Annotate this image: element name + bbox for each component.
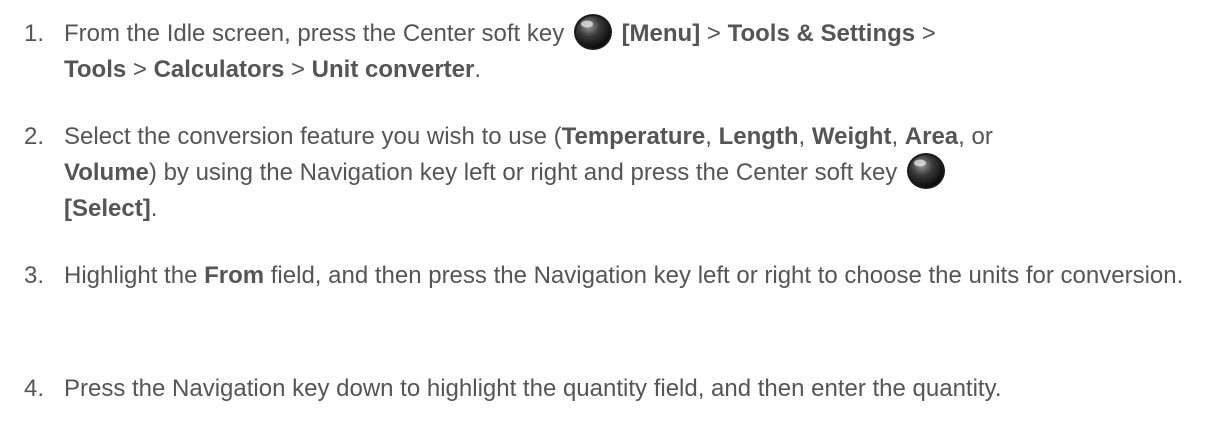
step-bold-term: Tools & Settings [727,20,916,47]
step-text: Highlight the From field, and then press… [64,261,1209,291]
step-bold-term: Temperature [561,123,706,150]
step-bold-term: [Select] [64,195,151,222]
step-text-segment: , [705,123,719,150]
step-text-segment: ) by using the Navigation key left or ri… [148,159,898,186]
step-text: Press the Navigation key down to highlig… [64,371,1209,407]
step-text-segment: > [126,56,154,83]
step-text: Select the conversion feature you wish t… [64,119,1209,227]
step-number: 4. [24,375,45,402]
step-text-segment: . [150,195,158,222]
step-bold-term: From [204,262,265,289]
step-text-segment: . [474,56,482,83]
step-text-segment: Press the Navigation key down to highlig… [64,375,1002,402]
step-text-segment: > [915,20,936,47]
step-bold-term: Tools [64,56,127,83]
step-bold-term: [Menu] [621,20,701,47]
step-bold-term: Calculators [153,56,285,83]
step-bold-term: Area [904,123,959,150]
step-4: 4. Press the Navigation key down to high… [24,371,1209,407]
center-soft-key-icon [573,13,613,51]
step-bold-term: Weight [811,123,892,150]
step-bold-term: Length [718,123,799,150]
step-text-segment: > [700,20,728,47]
step-text-segment: field, and then press the Navigation key… [264,262,1184,289]
step-bold-term: Volume [64,159,149,186]
step-number: 3. [24,262,45,289]
step-text-segment: , or [958,123,993,150]
step-1: 1. From the Idle screen, press the Cente… [24,13,1209,88]
step-text-segment: > [284,56,312,83]
step-text: From the Idle screen, press the Center s… [64,13,1209,88]
center-soft-key-icon [906,152,946,190]
step-3: 3. Highlight the From field, and then pr… [24,261,1209,291]
step-number: 1. [24,20,45,47]
step-text-segment: From the Idle screen, press the Center s… [64,20,565,47]
step-text-segment: Select the conversion feature you wish t… [64,123,562,150]
step-text-segment: , [891,123,905,150]
step-text-segment: , [798,123,812,150]
step-text-segment: Highlight the [64,262,205,289]
step-bold-term: Unit converter [311,56,475,83]
step-number: 2. [24,123,45,150]
step-2: 2. Select the conversion feature you wis… [24,119,1209,227]
